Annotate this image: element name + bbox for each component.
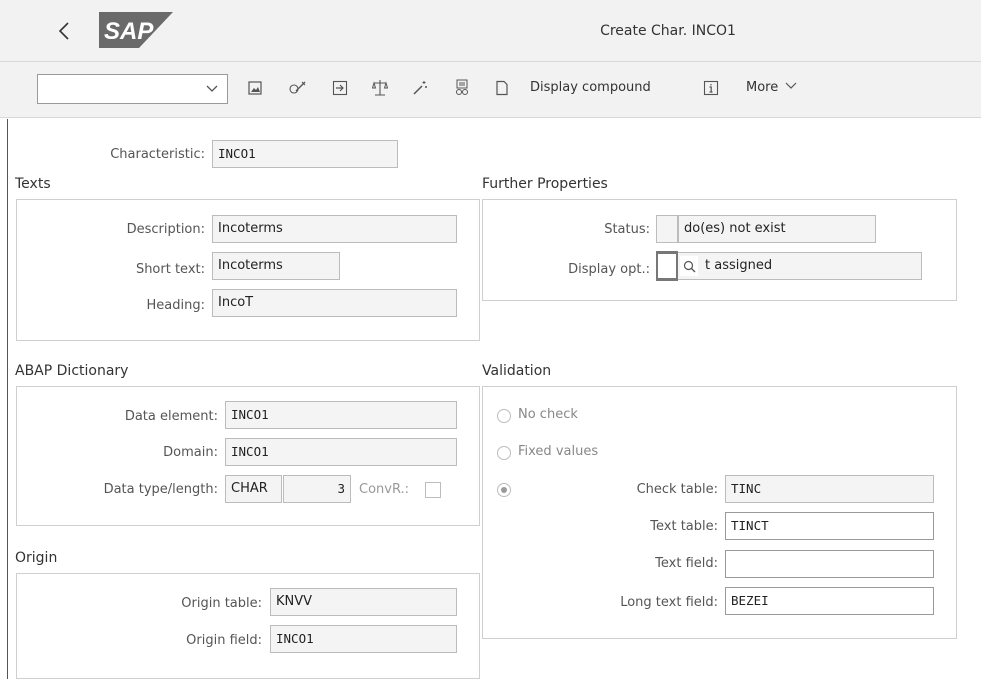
- text-field-label: Text field:: [655, 556, 718, 571]
- display-opt-label: Display opt.:: [568, 262, 650, 277]
- no-check-label: No check: [518, 407, 578, 422]
- length-field[interactable]: 3: [283, 475, 351, 503]
- documents-icon[interactable]: [451, 77, 473, 99]
- check-table-label: Check table:: [636, 482, 718, 497]
- short-text-field[interactable]: Incoterms: [212, 252, 340, 280]
- image-icon[interactable]: [244, 77, 266, 99]
- export-icon[interactable]: [329, 77, 351, 99]
- texts-group-title: Texts: [15, 176, 51, 192]
- scales-icon[interactable]: [369, 77, 391, 99]
- no-check-radio[interactable]: [497, 409, 511, 423]
- display-opt-key-input[interactable]: [656, 251, 678, 281]
- check-table-radio[interactable]: [497, 483, 511, 497]
- info-icon[interactable]: [700, 77, 722, 99]
- data-type-label: Data type/length:: [103, 482, 218, 497]
- search-icon: [683, 260, 695, 272]
- page-icon[interactable]: [491, 77, 513, 99]
- long-text-field-label: Long text field:: [620, 595, 718, 610]
- characteristic-label: Characteristic:: [110, 147, 205, 162]
- heading-field[interactable]: IncoT: [212, 289, 457, 317]
- data-element-label: Data element:: [124, 409, 218, 424]
- text-table-field[interactable]: TINCT: [725, 512, 934, 540]
- toolbar: Display compound More: [0, 62, 981, 118]
- status-label: Status:: [604, 222, 650, 237]
- description-field[interactable]: Incoterms: [212, 215, 457, 243]
- magic-wand-icon[interactable]: [409, 77, 431, 99]
- validation-title: Validation: [482, 363, 552, 379]
- origin-table-field[interactable]: KNVV: [270, 588, 457, 616]
- text-table-label: Text table:: [650, 519, 718, 534]
- long-text-field-input[interactable]: BEZEI: [725, 587, 934, 615]
- check-table-field: TINC: [725, 475, 934, 503]
- fixed-values-radio[interactable]: [497, 446, 511, 460]
- fixed-values-label: Fixed values: [518, 444, 599, 459]
- origin-title: Origin: [15, 550, 58, 566]
- origin-field-label: Origin field:: [186, 633, 262, 648]
- further-properties-title: Further Properties: [482, 176, 608, 192]
- domain-label: Domain:: [163, 445, 218, 460]
- display-compound-button[interactable]: Display compound: [530, 80, 651, 95]
- value-help-button[interactable]: [680, 256, 698, 276]
- characteristic-field[interactable]: INCO1: [212, 140, 398, 168]
- text-field-input[interactable]: [725, 550, 934, 578]
- short-text-label: Short text:: [135, 262, 205, 277]
- command-field-select[interactable]: [37, 74, 228, 104]
- origin-field-field[interactable]: INCO1: [270, 625, 457, 653]
- domain-field[interactable]: INCO1: [225, 438, 457, 466]
- shell-header: SAP Create Char. INCO1: [0, 0, 981, 62]
- origin-table-label: Origin table:: [181, 596, 262, 611]
- convr-checkbox[interactable]: [425, 482, 441, 498]
- convr-label: ConvR.:: [359, 482, 410, 497]
- abap-dictionary-title: ABAP Dictionary: [15, 363, 129, 379]
- edit-icon[interactable]: [287, 77, 309, 99]
- chevron-down-icon: [785, 82, 797, 89]
- status-field: do(es) not exist: [678, 215, 876, 243]
- page-title: Create Char. INCO1: [600, 23, 736, 39]
- description-label: Description:: [126, 222, 205, 237]
- chevron-down-icon: [206, 85, 218, 92]
- data-type-field[interactable]: CHAR: [225, 475, 282, 503]
- heading-label: Heading:: [146, 298, 205, 313]
- data-element-field[interactable]: INCO1: [225, 401, 457, 429]
- more-label: More: [746, 80, 779, 95]
- content-left-border: [7, 119, 8, 679]
- status-icon-field: [656, 215, 678, 243]
- more-button[interactable]: More: [746, 80, 797, 95]
